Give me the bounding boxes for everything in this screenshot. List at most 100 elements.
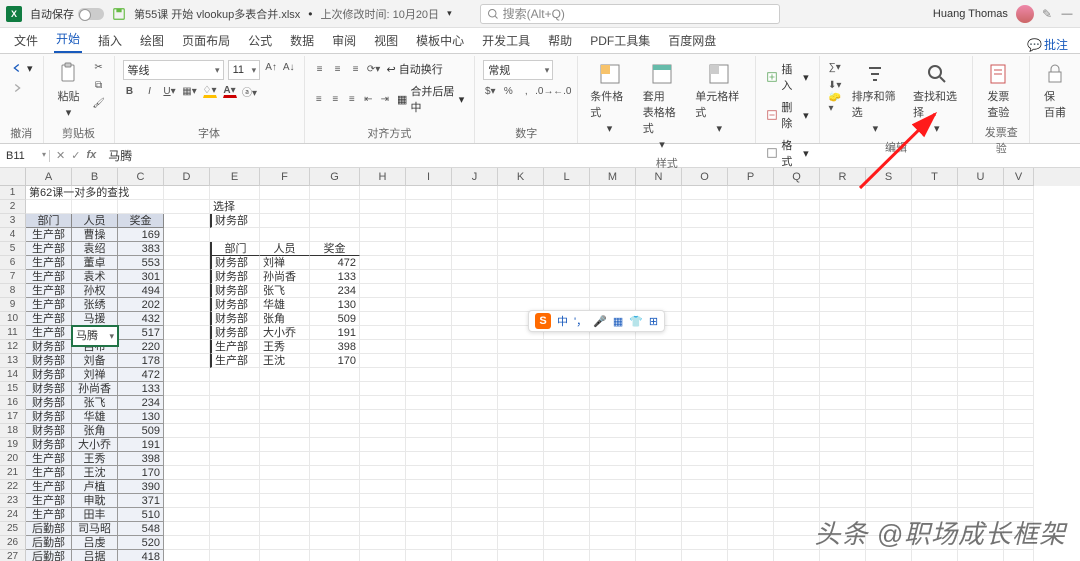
cell[interactable] [590, 270, 636, 284]
cell[interactable] [958, 494, 1004, 508]
cell[interactable] [590, 424, 636, 438]
cell[interactable] [360, 410, 406, 424]
cell[interactable] [958, 452, 1004, 466]
row-header[interactable]: 14 [0, 368, 26, 382]
cell[interactable] [360, 480, 406, 494]
cell[interactable]: 生产部 [26, 270, 72, 284]
delete-cells-button[interactable]: 删除▾ [764, 98, 810, 132]
cell[interactable] [866, 452, 912, 466]
cell[interactable] [728, 382, 774, 396]
tab-insert[interactable]: 插入 [96, 28, 124, 53]
cell[interactable] [774, 438, 820, 452]
tab-comments[interactable]: 💬批注 [1027, 36, 1068, 53]
cell[interactable] [912, 214, 958, 228]
cell[interactable] [912, 480, 958, 494]
cell[interactable] [360, 200, 406, 214]
cell[interactable] [728, 424, 774, 438]
tab-file[interactable]: 文件 [12, 28, 40, 53]
cell[interactable] [544, 438, 590, 452]
cell[interactable]: 169 [118, 228, 164, 242]
cell[interactable] [360, 522, 406, 536]
cell[interactable] [360, 340, 406, 354]
cell[interactable] [452, 298, 498, 312]
cell[interactable] [498, 480, 544, 494]
cell[interactable]: 张绣 [72, 298, 118, 312]
cell[interactable] [164, 382, 210, 396]
cell[interactable] [958, 298, 1004, 312]
cell[interactable] [498, 452, 544, 466]
cell[interactable] [774, 452, 820, 466]
cell[interactable] [590, 354, 636, 368]
cell[interactable]: 生产部 [210, 340, 260, 354]
cell[interactable]: 张飞 [72, 396, 118, 410]
align-right-icon[interactable]: ≡ [346, 92, 359, 106]
ime-lang[interactable]: 中 [557, 313, 568, 329]
cell[interactable] [452, 424, 498, 438]
cell[interactable] [260, 368, 310, 382]
cell[interactable] [1004, 298, 1034, 312]
cell[interactable]: 553 [118, 256, 164, 270]
cell[interactable] [820, 298, 866, 312]
cell[interactable] [866, 494, 912, 508]
border-button[interactable]: ▦▾ [183, 84, 197, 98]
cell[interactable] [406, 522, 452, 536]
cell[interactable] [310, 396, 360, 410]
cell[interactable] [260, 424, 310, 438]
cell[interactable] [210, 494, 260, 508]
cell[interactable]: 生产部 [26, 256, 72, 270]
align-top-icon[interactable]: ≡ [313, 62, 327, 76]
cell[interactable] [636, 522, 682, 536]
cell[interactable] [164, 550, 210, 561]
cell[interactable] [164, 242, 210, 256]
cell[interactable] [728, 270, 774, 284]
cell[interactable] [1004, 312, 1034, 326]
cell[interactable] [310, 494, 360, 508]
cell[interactable] [728, 494, 774, 508]
cell[interactable] [912, 270, 958, 284]
cell[interactable] [774, 466, 820, 480]
cell[interactable] [636, 284, 682, 298]
cell[interactable] [260, 186, 310, 200]
row-header[interactable]: 13 [0, 354, 26, 368]
cell[interactable] [1004, 326, 1034, 340]
cell[interactable] [544, 270, 590, 284]
cell[interactable] [452, 452, 498, 466]
cell[interactable] [774, 508, 820, 522]
cell[interactable] [310, 228, 360, 242]
row-header[interactable]: 2 [0, 200, 26, 214]
cell[interactable] [590, 452, 636, 466]
row-header[interactable]: 12 [0, 340, 26, 354]
autosum-icon[interactable]: ∑▾ [828, 60, 842, 74]
name-box[interactable]: B11 [0, 150, 50, 162]
cell[interactable] [544, 536, 590, 550]
cell[interactable]: 王秀 [72, 452, 118, 466]
cell[interactable] [728, 410, 774, 424]
cell[interactable] [164, 438, 210, 452]
col-header[interactable]: G [310, 168, 360, 186]
cell[interactable]: 袁绍 [72, 242, 118, 256]
cell[interactable] [360, 326, 406, 340]
cell[interactable] [544, 256, 590, 270]
col-header[interactable]: A [26, 168, 72, 186]
cell[interactable] [682, 354, 728, 368]
decimal-inc-icon[interactable]: .0→ [537, 84, 551, 98]
cell[interactable]: 第62课一对多的查找 [26, 186, 72, 200]
merge-button[interactable]: ▦合并后居中▾ [395, 82, 466, 116]
cell[interactable] [728, 536, 774, 550]
cell[interactable] [728, 396, 774, 410]
cut-icon[interactable]: ✂ [92, 60, 106, 74]
cell[interactable]: 191 [118, 438, 164, 452]
cell[interactable] [26, 200, 72, 214]
cell[interactable] [636, 396, 682, 410]
fx-icon[interactable]: fx [86, 149, 96, 162]
row-header[interactable]: 26 [0, 536, 26, 550]
cell[interactable]: 华雄 [72, 410, 118, 424]
cell[interactable] [866, 242, 912, 256]
tab-formula[interactable]: 公式 [246, 28, 274, 53]
cell[interactable] [958, 270, 1004, 284]
cell[interactable] [360, 228, 406, 242]
cell[interactable] [498, 494, 544, 508]
cell[interactable] [452, 508, 498, 522]
cell[interactable] [452, 368, 498, 382]
cell[interactable] [406, 480, 452, 494]
